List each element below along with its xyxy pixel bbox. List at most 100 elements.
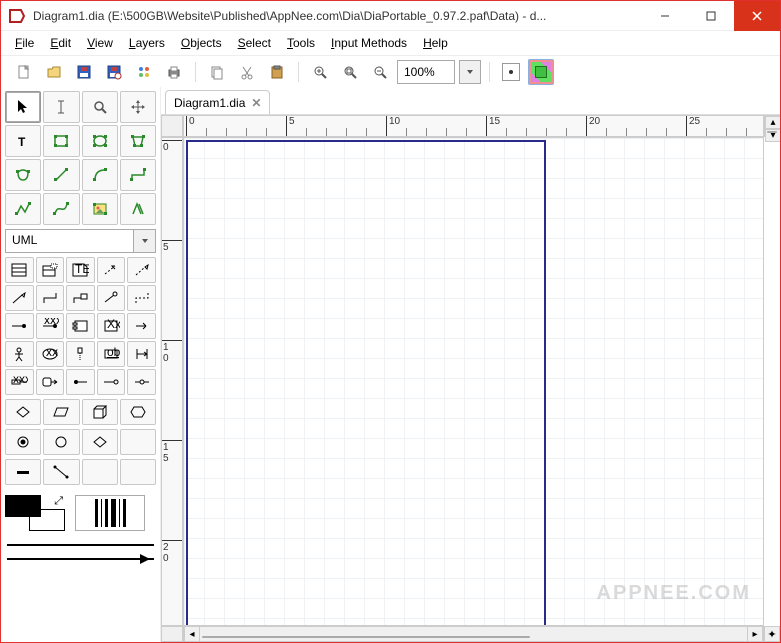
scroll-right-icon[interactable]: ▸ (747, 626, 763, 642)
uml-generalization-icon[interactable] (5, 285, 34, 311)
uml-class-icon[interactable] (5, 257, 34, 283)
fg-color[interactable] (5, 495, 41, 517)
nav-icon[interactable]: ✦ (764, 626, 780, 642)
ellipse-tool[interactable] (82, 125, 118, 157)
uml-message-icon[interactable] (127, 313, 156, 339)
shape-initial-state[interactable] (5, 429, 41, 455)
uml-usecase-icon[interactable]: xx (36, 341, 65, 367)
uml-dependency-icon[interactable] (97, 257, 126, 283)
shape-connector[interactable] (43, 459, 79, 485)
uml-actor-icon[interactable] (5, 341, 34, 367)
uml-object-icon[interactable]: obj (97, 341, 126, 367)
uml-note-icon[interactable]: TEXT (66, 257, 95, 283)
uml-realizes-icon[interactable] (127, 257, 156, 283)
snap-grid-icon[interactable] (498, 59, 524, 85)
paste-icon[interactable] (264, 59, 290, 85)
menu-tools[interactable]: Tools (281, 34, 321, 52)
drawing-canvas[interactable]: APPNEE.COM (183, 137, 764, 626)
magnify-tool[interactable] (82, 91, 118, 123)
zoom-dropdown[interactable] (459, 60, 481, 84)
bezier-tool[interactable] (43, 193, 79, 225)
document-tab-1[interactable]: Diagram1.dia ✕ (165, 90, 270, 114)
uml-branch-icon[interactable] (66, 369, 95, 395)
line-style-plain[interactable] (7, 541, 154, 549)
save-icon[interactable] (71, 59, 97, 85)
polyline-tool[interactable] (5, 193, 41, 225)
shape-diamond[interactable] (82, 429, 118, 455)
shape-diamond-outline[interactable] (5, 399, 41, 425)
minimize-button[interactable] (642, 1, 688, 31)
shape-empty[interactable] (120, 429, 156, 455)
uml-association-icon[interactable] (36, 285, 65, 311)
vertical-scrollbar[interactable]: ▴ ▾ (764, 115, 780, 137)
shape-category-input[interactable]: UML (5, 229, 134, 253)
horizontal-ruler[interactable]: 0510152025 (183, 115, 764, 137)
maximize-button[interactable] (688, 1, 734, 31)
scroll-left-icon[interactable]: ◂ (184, 626, 200, 642)
beziergon-tool[interactable] (5, 159, 41, 191)
uml-template-icon[interactable] (36, 257, 65, 283)
swap-colors-icon[interactable]: ⤢ (54, 495, 63, 508)
export-icon[interactable] (131, 59, 157, 85)
polygon-tool[interactable] (120, 125, 156, 157)
tab-close-icon[interactable]: ✕ (251, 96, 261, 110)
outline-tool[interactable] (120, 193, 156, 225)
uml-implements-icon[interactable] (97, 285, 126, 311)
cut-icon[interactable] (234, 59, 260, 85)
shape-final-state[interactable] (43, 429, 79, 455)
image-tool[interactable] (82, 193, 118, 225)
shape-empty-3[interactable] (120, 459, 156, 485)
uml-state-icon[interactable]: xxx (5, 369, 34, 395)
copy-icon[interactable] (204, 59, 230, 85)
horizontal-scrollbar[interactable]: ◂ ▸ (183, 626, 764, 642)
uml-aggregation-icon[interactable] (66, 285, 95, 311)
scroll-up-icon[interactable]: ▴ (765, 116, 780, 129)
open-icon[interactable] (41, 59, 67, 85)
menu-edit[interactable]: Edit (44, 34, 77, 52)
line-tool[interactable] (43, 159, 79, 191)
uml-constraint-icon[interactable] (127, 285, 156, 311)
line-pattern-preview[interactable] (75, 495, 145, 531)
menu-file[interactable]: File (9, 34, 40, 52)
uml-message2-icon[interactable] (127, 341, 156, 367)
menu-view[interactable]: View (81, 34, 119, 52)
text-edit-tool[interactable] (43, 91, 79, 123)
zoom-out-icon[interactable] (367, 59, 393, 85)
shape-bar[interactable] (5, 459, 41, 485)
shape-empty-2[interactable] (82, 459, 118, 485)
menu-select[interactable]: Select (232, 34, 277, 52)
arc-tool[interactable] (82, 159, 118, 191)
menu-layers[interactable]: Layers (123, 34, 171, 52)
uml-smallpackage-icon[interactable] (5, 313, 34, 339)
vertical-ruler[interactable]: 051 01 52 0 (161, 137, 183, 626)
menu-help[interactable]: Help (417, 34, 454, 52)
text-tool[interactable]: T (5, 125, 41, 157)
zoom-in-icon[interactable] (307, 59, 333, 85)
menu-input-methods[interactable]: Input Methods (325, 34, 413, 52)
print-icon[interactable] (161, 59, 187, 85)
uml-lifeline-icon[interactable] (66, 341, 95, 367)
pointer-tool[interactable] (5, 91, 41, 123)
new-icon[interactable] (11, 59, 37, 85)
save-as-icon[interactable] (101, 59, 127, 85)
line-style-arrow[interactable] (7, 555, 154, 563)
shape-parallelogram[interactable] (43, 399, 79, 425)
box-tool[interactable] (43, 125, 79, 157)
close-button[interactable] (734, 1, 780, 31)
uml-fork-icon[interactable] (97, 369, 126, 395)
uml-transition-icon[interactable] (127, 369, 156, 395)
uml-component-icon[interactable] (66, 313, 95, 339)
scroll-tool[interactable] (120, 91, 156, 123)
fg-bg-color-swatch[interactable]: ⤢ (5, 495, 65, 531)
zoom-input[interactable]: 100% (397, 60, 455, 84)
shape-hexagon[interactable] (120, 399, 156, 425)
uml-classicon-icon[interactable]: Xxx (97, 313, 126, 339)
shape-cube[interactable] (82, 399, 118, 425)
menu-objects[interactable]: Objects (175, 34, 228, 52)
zigzag-tool[interactable] (120, 159, 156, 191)
zoom-fit-icon[interactable] (337, 59, 363, 85)
uml-activity-icon[interactable] (36, 369, 65, 395)
shape-category-dropdown[interactable] (134, 229, 156, 253)
uml-largepackage-icon[interactable]: xxx (36, 313, 65, 339)
snap-object-icon[interactable] (528, 59, 554, 85)
